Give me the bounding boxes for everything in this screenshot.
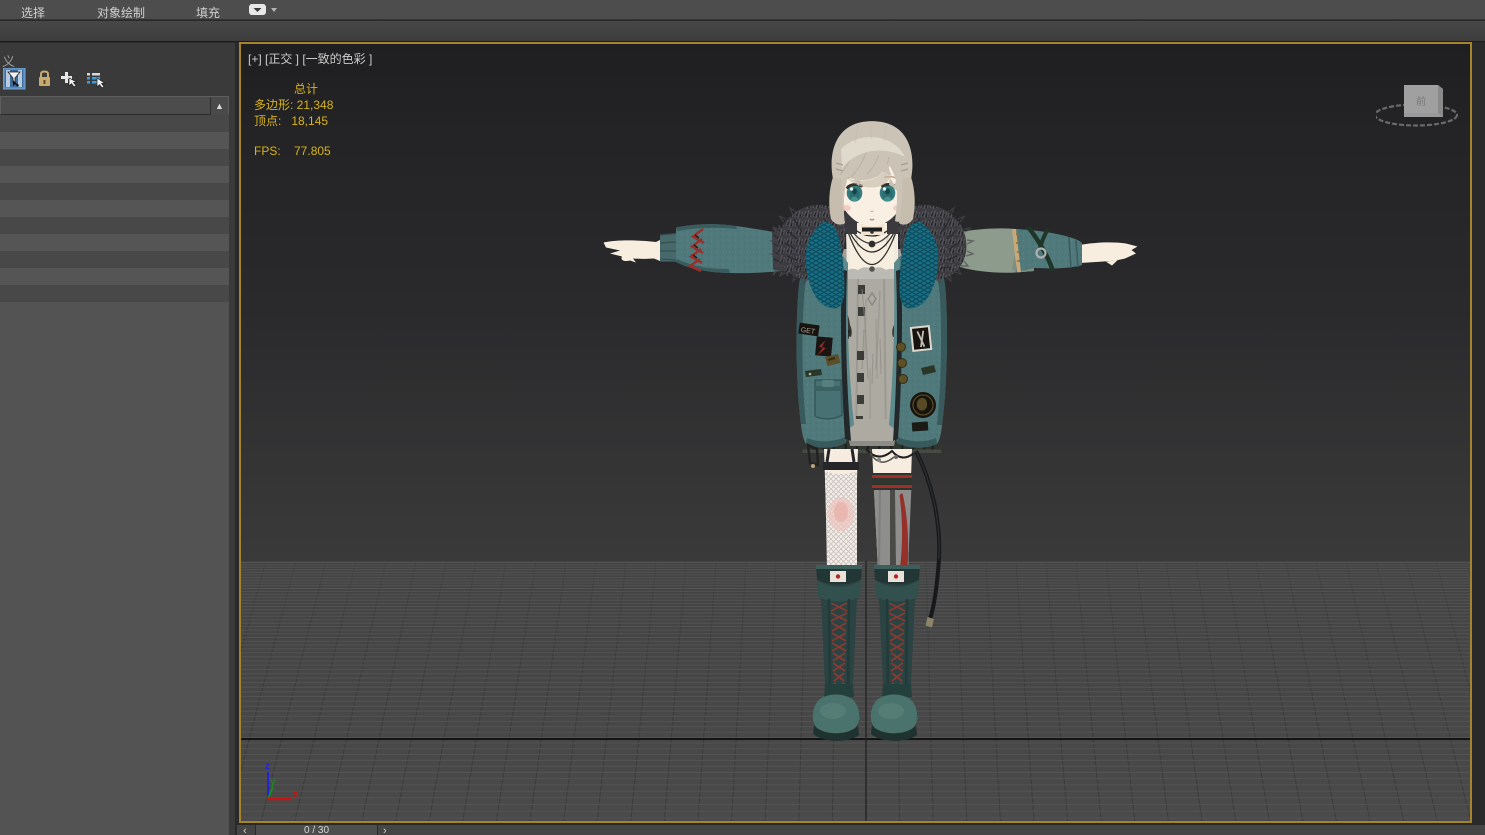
svg-text:z: z	[265, 761, 270, 772]
svg-text:前: 前	[1416, 95, 1426, 108]
svg-text:x: x	[293, 789, 299, 800]
svg-text:y: y	[270, 777, 276, 788]
